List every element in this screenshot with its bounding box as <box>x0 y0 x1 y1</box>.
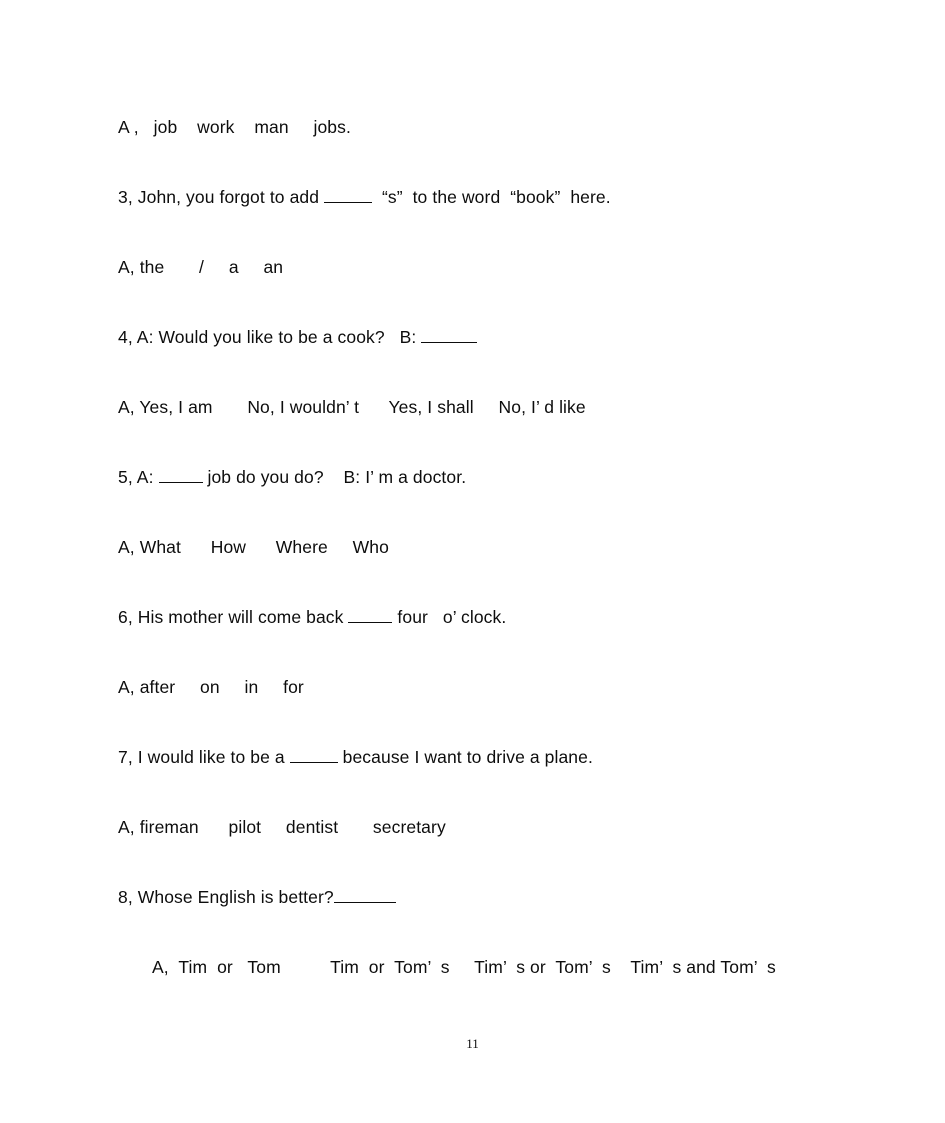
fill-in-blank[interactable] <box>421 326 478 343</box>
answer-line: A, fireman pilot dentist secretary <box>118 817 446 837</box>
question-line: 7, I would like to be a because I want t… <box>118 722 838 792</box>
question-text-before-blank: 7, I would like to be a <box>118 747 290 767</box>
fill-in-blank[interactable] <box>289 746 338 763</box>
fill-in-blank[interactable] <box>348 606 393 623</box>
question-line: 8, Whose English is better? <box>118 862 838 932</box>
question-text-after-blank: because I want to drive a plane. <box>337 747 593 767</box>
question-text-before-blank: 8, Whose English is better? <box>118 887 334 907</box>
question-text-before-blank: 5, A: <box>118 467 159 487</box>
page-number: 11 <box>466 1036 479 1051</box>
exercise-content: A , job work man jobs. 3, John, you forg… <box>118 92 838 986</box>
question-line: 5, A: job do you do? B: I’ m a doctor. <box>118 442 838 512</box>
document-page: A , job work man jobs. 3, John, you forg… <box>0 0 945 1123</box>
answer-line: A , job work man jobs. <box>118 117 351 137</box>
answer-line: A, Tim or Tom Tim or Tom’ s Tim’ s or To… <box>152 957 776 977</box>
question-text-after-blank: “s” to the word “book” here. <box>372 187 611 207</box>
question-text-after-blank: job do you do? B: I’ m a doctor. <box>202 467 467 487</box>
question-line: 3, John, you forgot to add “s” to the wo… <box>118 162 838 232</box>
question-text-before-blank: 4, A: Would you like to be a cook? B: <box>118 327 422 347</box>
question-text-before-blank: 3, John, you forgot to add <box>118 187 325 207</box>
question-text-before-blank: 6, His mother will come back <box>118 607 349 627</box>
answer-line: A, Yes, I am No, I wouldn’ t Yes, I shal… <box>118 397 586 417</box>
fill-in-blank[interactable] <box>333 886 396 903</box>
fill-in-blank[interactable] <box>324 186 373 203</box>
question-line: 4, A: Would you like to be a cook? B: <box>118 302 838 372</box>
answer-line: A, after on in for <box>118 677 304 697</box>
fill-in-blank[interactable] <box>158 466 203 483</box>
answer-line: A, the / a an <box>118 257 284 277</box>
answer-line: A, What How Where Who <box>118 537 389 557</box>
question-line: 6, His mother will come back four o’ clo… <box>118 582 838 652</box>
question-text-after-blank: four o’ clock. <box>392 607 507 627</box>
